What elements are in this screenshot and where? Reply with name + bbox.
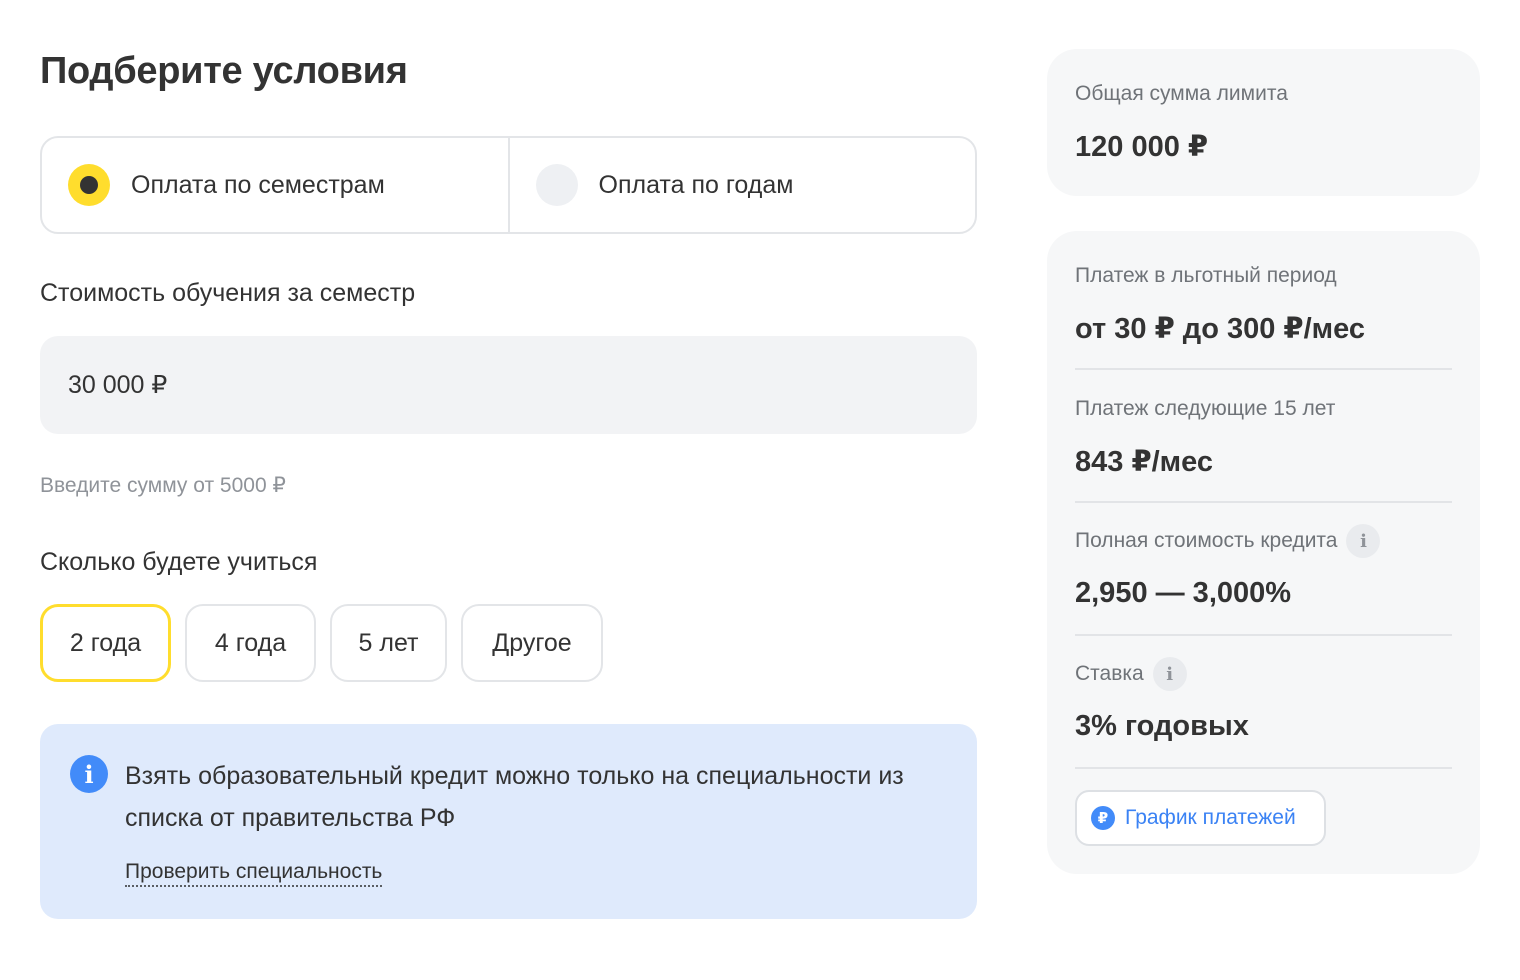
check-specialty-link[interactable]: Проверить специальность bbox=[125, 860, 383, 887]
full-cost-label-row: Полная стоимость кредита i bbox=[1075, 524, 1381, 558]
duration-options: 2 года 4 года 5 лет Другое bbox=[40, 604, 603, 682]
duration-label: Сколько будете учиться bbox=[40, 548, 318, 576]
payment-mode-years-option[interactable]: Оплата по годам bbox=[507, 138, 976, 232]
duration-option-2-years[interactable]: 2 года bbox=[40, 604, 171, 682]
rate-info-icon[interactable]: i bbox=[1152, 657, 1187, 691]
payment-schedule-button[interactable]: ₽ График платежей bbox=[1075, 790, 1326, 846]
ruble-icon: ₽ bbox=[1091, 806, 1115, 830]
limit-value: 120 000 ₽ bbox=[1075, 131, 1209, 163]
grace-payment-label: Платеж в льготный период bbox=[1075, 264, 1337, 287]
rate-value: 3% годовых bbox=[1075, 710, 1249, 742]
next-payment-value: 843 ₽/мес bbox=[1075, 446, 1214, 478]
cost-hint: Введите сумму от 5000 ₽ bbox=[40, 474, 286, 497]
duration-option-other[interactable]: Другое bbox=[461, 604, 603, 682]
divider bbox=[1075, 634, 1452, 636]
info-banner: i Взять образовательный кредит можно тол… bbox=[40, 724, 977, 919]
rate-label: Ставка bbox=[1075, 662, 1144, 685]
grace-payment-value: от 30 ₽ до 300 ₽/мес bbox=[1075, 313, 1365, 345]
limit-card: Общая сумма лимита 120 000 ₽ bbox=[1047, 49, 1480, 196]
limit-label: Общая сумма лимита bbox=[1075, 82, 1288, 105]
payment-mode-semesters-label: Оплата по семестрам bbox=[131, 170, 385, 199]
payment-mode-semesters-option[interactable]: Оплата по семестрам bbox=[42, 138, 508, 232]
duration-option-4-years[interactable]: 4 года bbox=[185, 604, 316, 682]
payment-schedule-label: График платежей bbox=[1125, 806, 1296, 829]
loan-summary-card: Платеж в льготный период от 30 ₽ до 300 … bbox=[1047, 231, 1480, 874]
divider bbox=[1075, 767, 1452, 769]
divider bbox=[1075, 501, 1452, 503]
info-text: Взять образовательный кредит можно тольк… bbox=[125, 762, 904, 832]
full-cost-value: 2,950 — 3,000% bbox=[1075, 577, 1292, 609]
full-cost-info-icon[interactable]: i bbox=[1346, 524, 1381, 558]
payment-mode-selector: Оплата по семестрам Оплата по годам bbox=[40, 136, 977, 234]
rate-label-row: Ставка i bbox=[1075, 657, 1187, 691]
radio-selected-icon bbox=[68, 164, 110, 206]
radio-unselected-icon bbox=[535, 164, 578, 206]
next-payment-label: Платеж следующие 15 лет bbox=[1075, 397, 1336, 420]
info-icon: i bbox=[70, 755, 108, 793]
cost-field-label: Стоимость обучения за семестр bbox=[40, 279, 416, 307]
full-cost-label: Полная стоимость кредита bbox=[1075, 529, 1338, 552]
duration-option-5-years[interactable]: 5 лет bbox=[330, 604, 447, 682]
page-title: Подберите условия bbox=[40, 50, 408, 92]
divider bbox=[1075, 368, 1452, 370]
cost-input[interactable] bbox=[40, 336, 977, 434]
payment-mode-years-label: Оплата по годам bbox=[598, 170, 794, 199]
